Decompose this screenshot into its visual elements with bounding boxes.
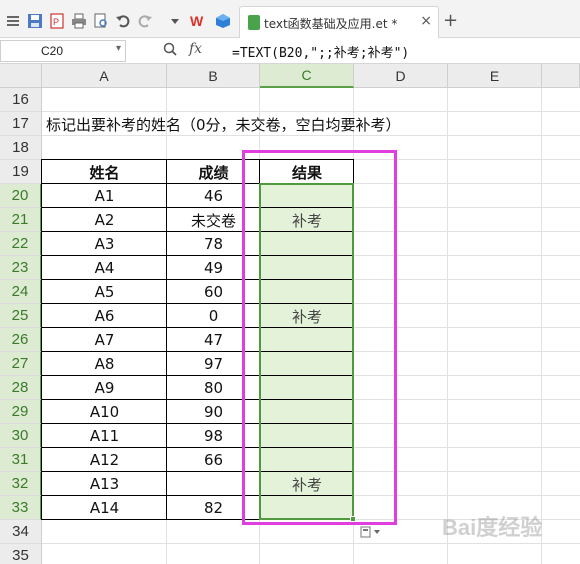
row-header-23[interactable]: 23 [0, 256, 42, 280]
column-header-e[interactable]: E [448, 64, 542, 88]
name-cell[interactable]: A2 [42, 208, 167, 232]
name-box[interactable]: C20 ▾ [0, 40, 126, 62]
name-cell[interactable]: A1 [42, 184, 167, 208]
row-header-22[interactable]: 22 [0, 232, 42, 256]
pdf-export-icon[interactable]: P [48, 12, 66, 30]
chevron-down-icon[interactable]: ▾ [116, 43, 121, 54]
column-header-c[interactable]: C [260, 64, 354, 88]
gridline-vertical [447, 88, 448, 564]
formula-bar: C20 ▾ fx =TEXT(B20,";;补考;补考") [0, 38, 580, 64]
spreadsheet-file-icon [248, 15, 260, 30]
row-header-29[interactable]: 29 [0, 400, 42, 424]
row-header-27[interactable]: 27 [0, 352, 42, 376]
name-cell[interactable]: A7 [42, 328, 167, 352]
svg-text:P: P [53, 17, 59, 27]
row-header-32[interactable]: 32 [0, 472, 42, 496]
row-header-26[interactable]: 26 [0, 328, 42, 352]
column-header-d[interactable]: D [354, 64, 448, 88]
row-header-34[interactable]: 34 [0, 520, 42, 544]
name-cell[interactable]: A3 [42, 232, 167, 256]
new-tab-button[interactable]: + [443, 10, 458, 31]
zoom-icon[interactable] [163, 42, 177, 60]
row-header-18[interactable]: 18 [0, 136, 42, 160]
row-header-17[interactable]: 17 [0, 112, 42, 136]
name-cell[interactable]: A11 [42, 424, 167, 448]
highlight-annotation-box [242, 150, 397, 525]
dropdown-icon[interactable] [166, 12, 184, 30]
row-header-24[interactable]: 24 [0, 280, 42, 304]
gridline-horizontal [42, 543, 580, 544]
note-text[interactable]: 标记出要补考的姓名（0分，未交卷，空白均要补考） [46, 112, 401, 136]
row-header-28[interactable]: 28 [0, 376, 42, 400]
column-header-b[interactable]: B [167, 64, 260, 88]
spreadsheet-grid[interactable]: ABCDE 16 17 18 19 20 21 22 23 24 25 26 27 28 29 30 31 32… [0, 64, 580, 564]
row-header-20[interactable]: 20 [0, 184, 42, 208]
name-cell[interactable]: A12 [42, 448, 167, 472]
app-menu-icon[interactable] [4, 12, 22, 30]
save-icon[interactable] [26, 12, 44, 30]
row-header-19[interactable]: 19 [0, 160, 42, 184]
watermark: Bai度经验 [442, 515, 543, 540]
undo-icon[interactable] [114, 12, 132, 30]
name-cell[interactable]: A9 [42, 376, 167, 400]
name-cell[interactable]: A13 [42, 472, 167, 496]
cube-icon[interactable] [214, 12, 232, 30]
row-header-16[interactable]: 16 [0, 88, 42, 112]
row-header-31[interactable]: 31 [0, 448, 42, 472]
formula-input[interactable]: =TEXT(B20,";;补考;补考") [232, 42, 409, 61]
svg-text:W: W [190, 13, 204, 29]
name-box-value: C20 [41, 44, 64, 58]
toolbar: P W text函数基础及应用.et * × + [0, 0, 580, 38]
print-icon[interactable] [70, 12, 88, 30]
tab-title: text函数基础及应用.et * [264, 17, 398, 31]
gridline-vertical [541, 88, 542, 564]
name-cell[interactable]: A6 [42, 304, 167, 328]
select-all-corner[interactable] [0, 64, 42, 88]
row-header-33[interactable]: 33 [0, 496, 42, 520]
row-header-30[interactable]: 30 [0, 424, 42, 448]
row-header-21[interactable]: 21 [0, 208, 42, 232]
name-cell[interactable]: A5 [42, 280, 167, 304]
column-header-a[interactable]: A [42, 64, 167, 88]
name-cell[interactable]: A14 [42, 496, 167, 520]
row-header-35[interactable]: 35 [0, 544, 42, 564]
column-header-blank [542, 64, 580, 88]
function-icon[interactable]: fx [189, 41, 202, 57]
tab-document[interactable]: text函数基础及应用.et * × [239, 6, 439, 38]
redo-icon[interactable] [136, 12, 154, 30]
close-icon[interactable]: × [420, 13, 432, 29]
name-cell[interactable]: A8 [42, 352, 167, 376]
print-preview-icon[interactable] [92, 12, 110, 30]
wps-logo-icon[interactable]: W [190, 12, 208, 30]
name-cell[interactable]: A10 [42, 400, 167, 424]
name-cell[interactable]: A4 [42, 256, 167, 280]
row-header-25[interactable]: 25 [0, 304, 42, 328]
paste-options-icon[interactable] [360, 526, 382, 541]
table-header-name[interactable]: 姓名 [42, 160, 167, 184]
